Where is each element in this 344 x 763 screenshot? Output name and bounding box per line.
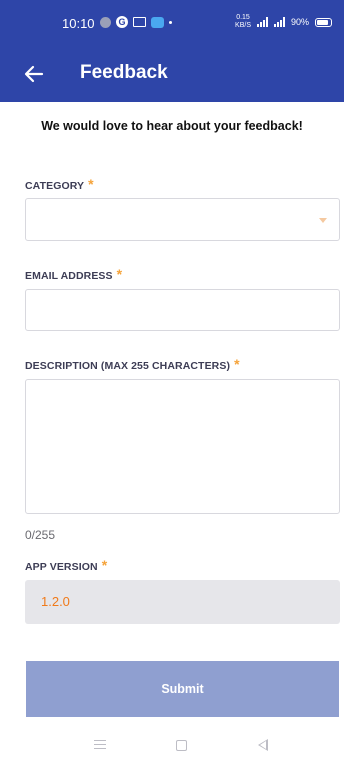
- app-version-label: APP VERSION *: [25, 557, 108, 573]
- app-version-value: 1.2.0: [41, 594, 70, 609]
- signal-icon-2: [273, 17, 285, 27]
- required-marker: *: [101, 557, 108, 573]
- required-marker: *: [234, 356, 240, 372]
- more-notifications-dot: [169, 20, 172, 24]
- network-speed: 0.15 KB/S: [235, 14, 251, 29]
- arrow-left-icon[interactable]: [22, 62, 46, 86]
- description-label: DESCRIPTION (MAX 255 CHARACTERS) *: [25, 356, 240, 372]
- email-field[interactable]: [25, 289, 340, 331]
- home-icon[interactable]: [176, 740, 187, 751]
- system-status: 0.15 KB/S 90%: [235, 14, 332, 30]
- category-select[interactable]: [25, 198, 340, 241]
- submit-button[interactable]: Submit: [26, 661, 339, 717]
- app-version-field: 1.2.0: [25, 580, 340, 624]
- system-nav-bar: [0, 733, 344, 763]
- battery-icon: [315, 17, 332, 27]
- back-triangle-icon[interactable]: [258, 739, 268, 751]
- description-textarea[interactable]: [25, 379, 340, 514]
- app-notification-icon: [100, 16, 111, 28]
- required-marker: *: [88, 176, 94, 192]
- character-counter: 0/255: [25, 528, 56, 542]
- notification-icons: G: [100, 16, 172, 28]
- category-label: CATEGORY *: [25, 176, 94, 192]
- laptop-icon: [133, 17, 146, 27]
- menu-icon[interactable]: [94, 740, 106, 752]
- page-title: Feedback: [80, 62, 168, 83]
- chevron-down-icon: [319, 218, 327, 223]
- google-icon: G: [116, 16, 128, 28]
- cloud-icon: [151, 16, 164, 28]
- email-label: EMAIL ADDRESS *: [25, 266, 123, 282]
- app-bar: Feedback: [0, 46, 344, 102]
- intro-text: We would love to hear about your feedbac…: [41, 119, 303, 133]
- required-marker: *: [116, 266, 123, 282]
- signal-icon: [256, 17, 268, 27]
- status-time: 10:10: [62, 16, 95, 31]
- status-bar: 10:10 G 0.15 KB/S 90%: [0, 0, 344, 46]
- battery-percent: 90%: [290, 17, 309, 27]
